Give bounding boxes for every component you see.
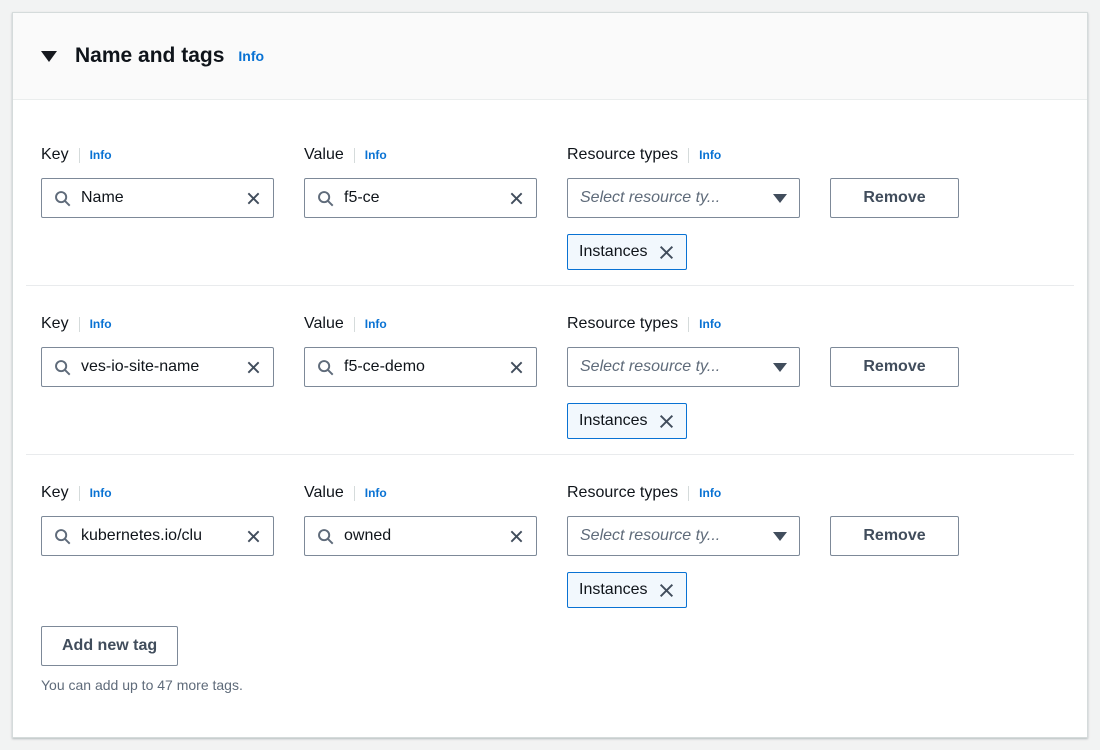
search-icon bbox=[317, 190, 334, 207]
panel-info-link[interactable]: Info bbox=[238, 48, 264, 64]
remove-column: Remove bbox=[830, 313, 959, 387]
select-placeholder: Select resource ty... bbox=[580, 358, 720, 376]
resource-types-label: Resource types Info bbox=[567, 482, 800, 504]
clear-icon[interactable] bbox=[246, 191, 261, 206]
key-label: Key Info bbox=[41, 482, 274, 504]
value-info-link[interactable]: Info bbox=[365, 486, 387, 500]
search-icon bbox=[54, 190, 71, 207]
value-input[interactable] bbox=[344, 189, 499, 207]
key-input-wrapper bbox=[41, 516, 274, 556]
value-info-link[interactable]: Info bbox=[365, 317, 387, 331]
label-divider bbox=[354, 486, 355, 501]
clear-icon[interactable] bbox=[246, 529, 261, 544]
resource-types-select[interactable]: Select resource ty... bbox=[567, 516, 800, 556]
clear-icon[interactable] bbox=[246, 360, 261, 375]
label-divider bbox=[79, 148, 80, 163]
search-icon bbox=[317, 359, 334, 376]
value-input-wrapper bbox=[304, 178, 537, 218]
key-info-link[interactable]: Info bbox=[90, 486, 112, 500]
resource-types-info-link[interactable]: Info bbox=[699, 486, 721, 500]
label-divider bbox=[354, 317, 355, 332]
resource-types-column: Resource types Info Select resource ty..… bbox=[567, 313, 800, 439]
remove-button[interactable]: Remove bbox=[830, 516, 959, 556]
key-input[interactable] bbox=[81, 358, 236, 376]
add-new-tag-button[interactable]: Add new tag bbox=[41, 626, 178, 666]
chevron-down-icon bbox=[773, 532, 787, 541]
token-label: Instances bbox=[579, 581, 647, 599]
token-dismiss-icon[interactable] bbox=[658, 413, 675, 430]
name-and-tags-panel: Name and tags Info Key Info Value bbox=[12, 12, 1088, 738]
value-label: Value Info bbox=[304, 144, 537, 166]
label-divider bbox=[688, 148, 689, 163]
resource-types-label: Resource types Info bbox=[567, 313, 800, 335]
key-column: Key Info bbox=[41, 144, 274, 218]
key-label: Key Info bbox=[41, 313, 274, 335]
row-divider bbox=[26, 454, 1074, 455]
key-label: Key Info bbox=[41, 144, 274, 166]
key-info-link[interactable]: Info bbox=[90, 317, 112, 331]
value-input[interactable] bbox=[344, 358, 499, 376]
remove-column: Remove bbox=[830, 482, 959, 556]
tag-row: Key Info Value Info bbox=[41, 144, 1059, 270]
resource-types-column: Resource types Info Select resource ty..… bbox=[567, 144, 800, 270]
search-icon bbox=[317, 528, 334, 545]
remove-button[interactable]: Remove bbox=[830, 347, 959, 387]
clear-icon[interactable] bbox=[509, 529, 524, 544]
panel-header[interactable]: Name and tags Info bbox=[13, 13, 1087, 100]
clear-icon[interactable] bbox=[509, 191, 524, 206]
panel-title: Name and tags bbox=[75, 44, 224, 68]
panel-content: Key Info Value Info bbox=[13, 100, 1087, 693]
resource-type-token: Instances bbox=[567, 234, 687, 270]
key-column: Key Info bbox=[41, 313, 274, 387]
label-divider bbox=[79, 317, 80, 332]
resource-types-column: Resource types Info Select resource ty..… bbox=[567, 482, 800, 608]
token-dismiss-icon[interactable] bbox=[658, 244, 675, 261]
value-column: Value Info bbox=[304, 144, 537, 218]
key-column: Key Info bbox=[41, 482, 274, 556]
value-label: Value Info bbox=[304, 313, 537, 335]
collapse-caret-icon[interactable] bbox=[41, 51, 57, 62]
row-divider bbox=[26, 285, 1074, 286]
label-divider bbox=[354, 148, 355, 163]
chevron-down-icon bbox=[773, 194, 787, 203]
value-label: Value Info bbox=[304, 482, 537, 504]
value-info-link[interactable]: Info bbox=[365, 148, 387, 162]
value-input-wrapper bbox=[304, 516, 537, 556]
label-divider bbox=[688, 317, 689, 332]
key-input-wrapper bbox=[41, 347, 274, 387]
value-column: Value Info bbox=[304, 482, 537, 556]
value-input[interactable] bbox=[344, 527, 499, 545]
remove-column: Remove bbox=[830, 144, 959, 218]
tag-row: Key Info Value Info bbox=[41, 482, 1059, 608]
key-input-wrapper bbox=[41, 178, 274, 218]
token-label: Instances bbox=[579, 412, 647, 430]
select-placeholder: Select resource ty... bbox=[580, 189, 720, 207]
tags-remaining-text: You can add up to 47 more tags. bbox=[41, 677, 1059, 693]
token-label: Instances bbox=[579, 243, 647, 261]
value-column: Value Info bbox=[304, 313, 537, 387]
search-icon bbox=[54, 359, 71, 376]
resource-types-info-link[interactable]: Info bbox=[699, 148, 721, 162]
key-input[interactable] bbox=[81, 189, 236, 207]
resource-types-select[interactable]: Select resource ty... bbox=[567, 178, 800, 218]
select-placeholder: Select resource ty... bbox=[580, 527, 720, 545]
resource-types-select[interactable]: Select resource ty... bbox=[567, 347, 800, 387]
chevron-down-icon bbox=[773, 363, 787, 372]
tag-row: Key Info Value Info bbox=[41, 313, 1059, 439]
resource-types-info-link[interactable]: Info bbox=[699, 317, 721, 331]
token-dismiss-icon[interactable] bbox=[658, 582, 675, 599]
label-divider bbox=[688, 486, 689, 501]
key-info-link[interactable]: Info bbox=[90, 148, 112, 162]
resource-type-token: Instances bbox=[567, 572, 687, 608]
label-divider bbox=[79, 486, 80, 501]
resource-types-label: Resource types Info bbox=[567, 144, 800, 166]
remove-button[interactable]: Remove bbox=[830, 178, 959, 218]
resource-type-token: Instances bbox=[567, 403, 687, 439]
clear-icon[interactable] bbox=[509, 360, 524, 375]
value-input-wrapper bbox=[304, 347, 537, 387]
key-input[interactable] bbox=[81, 527, 236, 545]
search-icon bbox=[54, 528, 71, 545]
